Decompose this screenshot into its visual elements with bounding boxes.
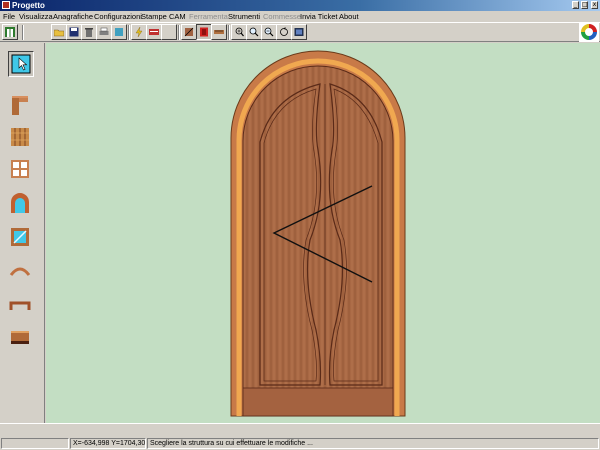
menu-file[interactable]: File xyxy=(3,11,15,22)
tool-select[interactable] xyxy=(8,51,34,77)
status-empty-cell xyxy=(1,438,69,449)
glass-icon xyxy=(11,228,29,246)
open-button[interactable] xyxy=(51,24,67,40)
panel-wood-icon xyxy=(11,128,29,146)
delete-icon xyxy=(85,28,93,37)
delete-button[interactable] xyxy=(81,24,97,40)
toolbar-separator xyxy=(228,25,230,40)
zoom-window-icon xyxy=(235,27,244,37)
generate-button[interactable] xyxy=(131,24,147,40)
status-bar: X=-634,998 Y=1704,307 Scegliere la strut… xyxy=(0,437,600,450)
tool-arc[interactable] xyxy=(8,259,34,285)
export-button[interactable] xyxy=(111,24,127,40)
tool-bent-bar[interactable] xyxy=(8,293,34,319)
save-button[interactable] xyxy=(66,24,82,40)
print-icon xyxy=(99,27,109,35)
status-coordinates: X=-634,998 Y=1704,307 xyxy=(70,438,146,449)
menu-about[interactable]: About xyxy=(339,11,359,22)
print-button[interactable] xyxy=(96,24,112,40)
dimension-icon xyxy=(184,27,194,37)
menu-bar: File Visualizza Anagrafiche Configurazio… xyxy=(0,11,600,22)
export-icon xyxy=(115,28,123,36)
menu-commesse[interactable]: Commesse xyxy=(263,11,301,22)
menu-stampe[interactable]: Stampe xyxy=(141,11,167,22)
menu-ferramenta[interactable]: Ferramenta xyxy=(189,11,228,22)
save-icon xyxy=(69,27,79,37)
layout-button[interactable] xyxy=(2,24,18,40)
toolbar-separator xyxy=(128,25,130,40)
menu-visualizza[interactable]: Visualizza xyxy=(19,11,53,22)
blank-button[interactable] xyxy=(161,24,177,40)
tool-threshold[interactable] xyxy=(8,325,34,351)
tool-glass[interactable] xyxy=(8,225,34,251)
refresh-icon xyxy=(280,27,288,36)
door-drawing[interactable] xyxy=(46,43,600,423)
picture-button[interactable] xyxy=(291,24,307,40)
bent-bar-icon xyxy=(9,301,31,310)
lightning-icon xyxy=(135,27,143,37)
truck-icon xyxy=(149,29,159,35)
split-grid-icon xyxy=(11,160,29,178)
company-logo-button[interactable] xyxy=(579,22,599,42)
title-bar: Progetto _ □ x xyxy=(0,0,600,11)
door-red-icon xyxy=(200,27,208,37)
layout-icon xyxy=(5,27,15,37)
door-view-button[interactable] xyxy=(196,24,212,40)
window-title: Progetto xyxy=(12,1,45,10)
arch-icon xyxy=(11,193,29,213)
menu-configurazioni[interactable]: Configurazioni xyxy=(94,11,142,22)
zoom-window-button[interactable] xyxy=(231,24,247,40)
drawing-canvas[interactable] xyxy=(46,43,600,423)
door-leaf[interactable] xyxy=(242,65,394,417)
zoom-in-icon xyxy=(249,27,259,37)
toolbar-separator xyxy=(178,25,180,40)
dimension-button[interactable] xyxy=(181,24,197,40)
menu-strumenti[interactable]: Strumenti xyxy=(228,11,260,22)
tool-panel[interactable] xyxy=(8,125,34,151)
select-arrow-icon xyxy=(11,54,31,74)
menu-invia-ticket[interactable]: Invia Ticket xyxy=(300,11,338,22)
picture-icon xyxy=(294,28,304,36)
zoom-out-button[interactable] xyxy=(261,24,277,40)
tool-arch[interactable] xyxy=(8,191,34,217)
frame-profile-icon xyxy=(12,96,28,115)
threshold-icon xyxy=(11,331,29,344)
transport-button[interactable] xyxy=(146,24,162,40)
measure-button[interactable] xyxy=(211,24,227,40)
zoom-in-button[interactable] xyxy=(246,24,262,40)
blank-icon xyxy=(164,27,174,37)
app-icon xyxy=(2,1,10,9)
menu-anagrafiche[interactable]: Anagrafiche xyxy=(53,11,93,22)
company-logo-icon xyxy=(579,22,599,42)
tool-panel xyxy=(0,43,45,423)
menu-cam[interactable]: CAM xyxy=(169,11,186,22)
arc-curve-icon xyxy=(9,267,31,276)
close-button[interactable]: x xyxy=(591,1,598,9)
bottom-rail[interactable] xyxy=(242,387,394,417)
tool-split[interactable] xyxy=(8,157,34,183)
status-message: Scegliere la struttura su cui effettuare… xyxy=(147,438,599,449)
minimize-button[interactable]: _ xyxy=(572,1,579,9)
zoom-out-icon xyxy=(264,27,274,37)
tool-frame[interactable] xyxy=(8,93,34,119)
bottom-bar xyxy=(0,423,600,437)
main-toolbar xyxy=(0,22,600,42)
measure-icon xyxy=(214,30,224,34)
open-folder-icon xyxy=(54,29,64,37)
maximize-button[interactable]: □ xyxy=(581,1,588,9)
refresh-button[interactable] xyxy=(276,24,292,40)
toolbar-separator xyxy=(22,25,24,40)
